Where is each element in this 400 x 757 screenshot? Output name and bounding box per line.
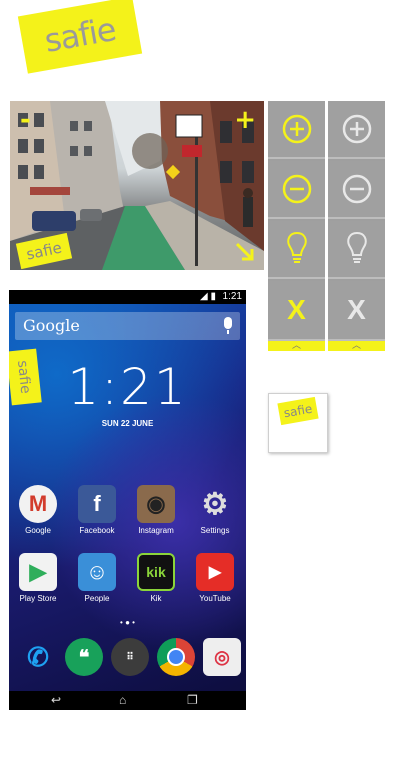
zoom-out-button-active[interactable] — [268, 161, 325, 219]
phone-screen: ◢ ▮ 1:21 Google safie 1:21 SUN 22 JUNE M… — [9, 290, 246, 710]
navigation-bar: ↩ ⌂ ❐ — [9, 691, 246, 710]
back-icon[interactable]: ↩ — [51, 693, 61, 707]
close-button-inactive[interactable]: X — [328, 281, 385, 341]
gear-icon: ⚙ — [201, 487, 229, 521]
app-label: Kik — [150, 594, 162, 603]
close-label-active: X — [287, 294, 306, 325]
instagram-icon: ◉ — [137, 485, 175, 523]
home-date: SUN 22 JUNE — [101, 419, 154, 428]
app-drawer-icon[interactable]: ⠿ — [105, 638, 155, 679]
chevron-up-icon: ︿ — [351, 340, 361, 350]
safie-app-icon-text: safie — [282, 401, 314, 421]
plus-circle-icon — [282, 114, 311, 144]
zoom-in-button-inactive[interactable] — [328, 101, 385, 159]
app-people[interactable]: ☺ People — [72, 553, 122, 603]
hangouts-icon[interactable]: ❝ — [59, 638, 109, 679]
close-label-inactive: X — [347, 294, 366, 325]
zoom-out-button-inactive[interactable] — [328, 161, 385, 219]
zoom-in-button-active[interactable] — [268, 101, 325, 159]
youtube-icon: ▶ — [196, 553, 234, 591]
home-icon[interactable]: ⌂ — [119, 693, 126, 707]
app-kik[interactable]: kik Kik — [131, 553, 181, 603]
safie-app-icon[interactable]: safie — [268, 393, 328, 453]
light-button-active[interactable] — [268, 221, 325, 279]
app-label: Settings — [200, 526, 230, 535]
minus-circle-icon — [342, 174, 371, 204]
light-button-inactive[interactable] — [328, 221, 385, 279]
camera-icon[interactable]: ◎ — [197, 638, 246, 679]
gmail-icon: M — [19, 485, 57, 523]
signal-icons: ◢ ▮ — [200, 291, 216, 302]
chrome-icon[interactable] — [151, 638, 201, 679]
people-icon: ☺ — [78, 553, 116, 591]
collapse-bar-inactive[interactable]: ︿ — [328, 341, 385, 351]
app-label: Google — [25, 526, 51, 535]
control-panel-active: X ︿ — [268, 101, 325, 351]
microphone-icon[interactable] — [224, 317, 232, 334]
lightbulb-icon — [286, 231, 307, 263]
page-indicator: • ● • — [120, 618, 135, 627]
lightbulb-icon — [346, 231, 367, 263]
camera-view[interactable]: - + safie — [10, 101, 264, 270]
dock: ✆ ❝ ⠿ ◎ — [9, 638, 246, 678]
google-search-label: Google — [23, 316, 80, 335]
arrow-down-right-icon[interactable] — [234, 241, 256, 266]
control-panel-inactive: X ︿ — [328, 101, 385, 351]
status-bar: ◢ ▮ 1:21 — [9, 290, 246, 304]
zoom-out-control[interactable]: - — [20, 107, 31, 133]
app-instagram[interactable]: ◉ Instagram — [131, 485, 181, 535]
phone-icon[interactable]: ✆ — [13, 638, 63, 679]
plus-circle-icon — [342, 114, 371, 144]
minus-circle-icon — [282, 174, 311, 204]
home-clock: 1:21 — [67, 358, 188, 416]
app-label: YouTube — [199, 594, 231, 603]
app-facebook[interactable]: f Facebook — [72, 485, 122, 535]
kik-icon: kik — [137, 553, 175, 591]
app-youtube[interactable]: ▶ YouTube — [190, 553, 240, 603]
logo-text: safie — [41, 10, 119, 60]
app-label: People — [84, 594, 110, 603]
google-search-bar[interactable]: Google — [15, 312, 240, 340]
recents-icon[interactable]: ❐ — [187, 693, 198, 707]
collapse-bar-active[interactable]: ︿ — [268, 341, 325, 351]
camera-watermark-text: safie — [24, 238, 64, 264]
app-label: Instagram — [138, 526, 174, 535]
chevron-up-icon: ︿ — [291, 340, 301, 350]
status-time: 1:21 — [222, 291, 242, 302]
app-settings[interactable]: ⚙ Settings — [190, 485, 240, 536]
app-play-store[interactable]: ▶ Play Store — [13, 553, 63, 603]
facebook-icon: f — [78, 485, 116, 523]
zoom-in-control[interactable]: + — [234, 107, 256, 133]
app-label: Facebook — [79, 526, 115, 535]
safie-logo: safie — [17, 0, 143, 74]
app-google[interactable]: M Google — [13, 485, 63, 535]
app-label: Play Store — [19, 594, 57, 603]
play-store-icon: ▶ — [19, 553, 57, 591]
close-button-active[interactable]: X — [268, 281, 325, 341]
safie-app-icon-badge: safie — [277, 396, 319, 426]
